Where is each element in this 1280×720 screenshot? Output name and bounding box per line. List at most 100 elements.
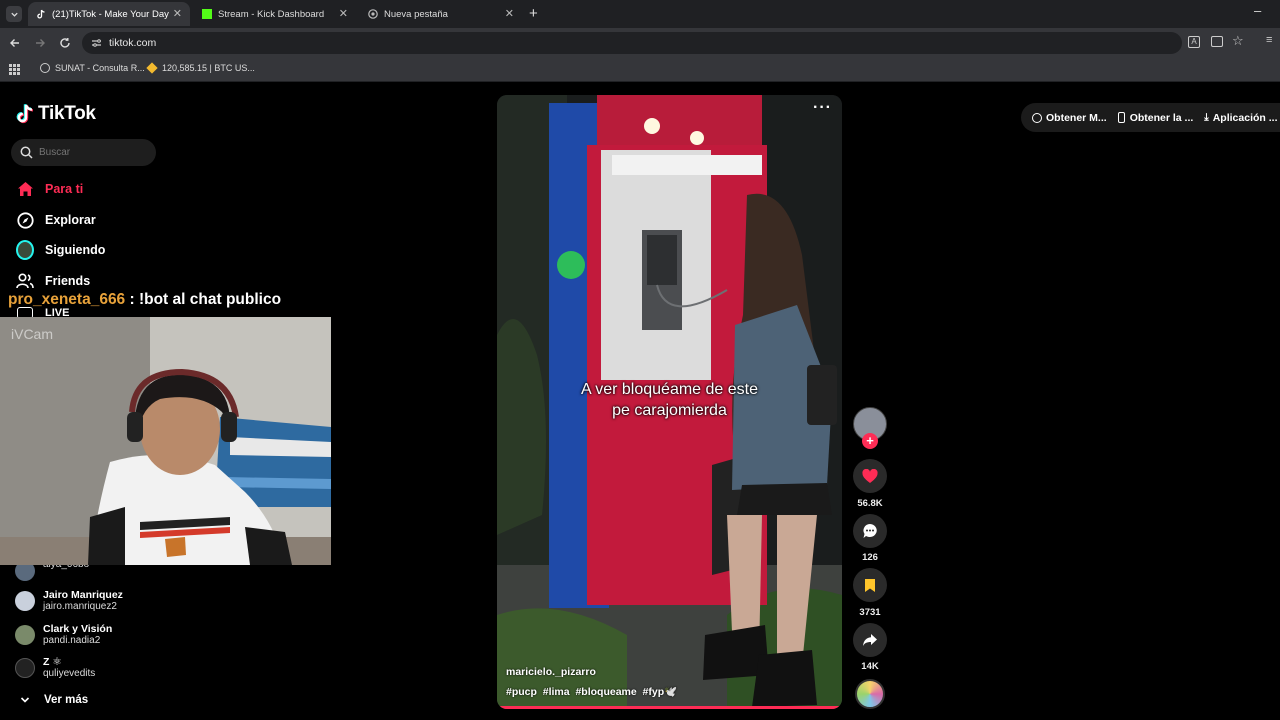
chat-username: pro_xeneta_666 (8, 291, 126, 308)
avatar (15, 625, 35, 645)
url-field[interactable]: tiktok.com (82, 32, 1182, 54)
heart-icon (862, 468, 878, 483)
video-progress-bar[interactable] (497, 706, 842, 709)
following-account[interactable]: Jairo Manriquez jairo.manriquez2 (15, 589, 123, 613)
webcam-frame-image (0, 317, 331, 565)
nav-siguiendo[interactable]: Siguiendo (16, 240, 106, 260)
bookmark-icon (865, 578, 875, 592)
save-button[interactable] (853, 568, 887, 602)
search-box[interactable] (11, 139, 156, 166)
apps-grid-icon[interactable] (9, 64, 20, 75)
caption-line: pe carajomierda (612, 402, 727, 419)
nav-para-ti[interactable]: Para ti (16, 180, 83, 198)
webcam-watermark: iVCam (11, 326, 54, 342)
reading-list-icon[interactable]: ≡ (1266, 34, 1272, 46)
minimize-window-button[interactable]: – (1254, 3, 1261, 18)
search-input[interactable] (39, 145, 149, 160)
get-app-button[interactable]: Obtener la ... (1117, 112, 1193, 124)
account-name: Jairo Manriquez (43, 589, 123, 601)
nav-label: Explorar (45, 213, 96, 227)
tiktok-wordmark: TikTok (38, 103, 96, 124)
browser-tab-strip: (21)TikTok - Make Your Day ✕ Stream - Ki… (0, 0, 1280, 28)
close-tab-icon[interactable]: ✕ (505, 7, 514, 20)
site-settings-icon[interactable] (91, 38, 102, 48)
search-icon (20, 146, 33, 159)
nav-friends[interactable]: Friends (16, 272, 90, 290)
comment-button[interactable] (853, 514, 887, 548)
save-count: 3731 (859, 607, 881, 618)
video-caption-overlay: A ver bloquéame de este pe carajomierda (497, 379, 842, 421)
video-more-button[interactable]: ··· (813, 99, 832, 117)
bookmark-label: 120,585.15 | BTC US... (162, 63, 255, 73)
chevron-down-icon (10, 12, 18, 17)
music-disc-avatar[interactable] (855, 679, 885, 709)
install-app-icon[interactable] (1211, 36, 1223, 47)
share-button[interactable] (853, 623, 887, 657)
avatar (15, 658, 35, 678)
pill-label: Aplicación ... (1212, 111, 1278, 124)
nav-label: Friends (45, 274, 91, 288)
tab-tiktok[interactable]: (21)TikTok - Make Your Day ✕ (28, 2, 190, 26)
following-avatar-icon (16, 240, 34, 260)
translate-icon[interactable]: A (1188, 36, 1200, 48)
tab-list-dropdown-button[interactable] (6, 6, 22, 22)
webcam-overlay: iVCam (0, 317, 331, 565)
tab-kick[interactable]: Stream - Kick Dashboard ✕ (194, 2, 356, 26)
tab-new-tab[interactable]: Nueva pestaña ✕ (360, 2, 522, 26)
bookmark-sunat[interactable]: SUNAT - Consulta R... (40, 63, 145, 73)
close-tab-icon[interactable]: ✕ (339, 7, 348, 20)
video-hashtags[interactable]: #pucp #lima #bloqueame #fyp🕊️ (506, 685, 677, 698)
follow-plus-icon[interactable]: + (862, 433, 878, 449)
following-account[interactable]: Clark y Visión pandi.nadia2 (15, 623, 112, 647)
tab-label: (21)TikTok - Make Your Day (52, 8, 169, 20)
tiktok-logo[interactable]: TikTok (16, 103, 96, 125)
chrome-favicon-icon (368, 9, 378, 19)
url-text: tiktok.com (109, 37, 157, 49)
account-name: Clark y Visión (43, 623, 113, 635)
account-handle: jairo.manriquez2 (43, 601, 117, 612)
tiktok-note-icon (16, 104, 34, 124)
desktop-app-button[interactable]: ⤓ Aplicación ... (1204, 112, 1277, 124)
pill-label: Obtener M... (1046, 111, 1107, 124)
nav-label: Siguiendo (45, 243, 106, 257)
ver-mas-label: Ver más (44, 694, 89, 706)
tiktok-favicon-icon (36, 9, 46, 19)
globe-icon (40, 63, 50, 73)
share-arrow-icon (863, 634, 877, 646)
forward-arrow-icon[interactable] (34, 37, 46, 49)
comment-count: 126 (862, 552, 878, 563)
bookmark-star-icon[interactable]: ☆ (1232, 33, 1244, 49)
following-account[interactable]: Z ⚛ quliyevedits (15, 656, 95, 680)
get-coins-button[interactable]: Obtener M... (1032, 112, 1107, 124)
chat-message: : !bot al chat publico (125, 291, 282, 308)
home-icon (16, 180, 34, 198)
video-player[interactable]: ··· A ver bloquéame de este pe carajomie… (497, 95, 842, 709)
phone-icon (1117, 112, 1125, 123)
new-tab-button[interactable]: + (529, 5, 538, 22)
tab-label: Stream - Kick Dashboard (218, 8, 325, 20)
account-handle: quliyevedits (43, 668, 96, 679)
binance-icon (146, 62, 158, 74)
like-count: 56.8K (857, 498, 883, 509)
ver-mas-button[interactable]: Ver más (19, 694, 88, 706)
like-button[interactable] (853, 459, 887, 493)
bookmark-label: SUNAT - Consulta R... (55, 63, 145, 73)
caption-line: A ver bloquéame de este (580, 381, 758, 398)
comment-bubble-icon (863, 523, 877, 538)
bookmark-btc[interactable]: 120,585.15 | BTC US... (146, 62, 255, 74)
video-author[interactable]: maricielo._pizarro (506, 666, 596, 678)
friends-icon (16, 272, 34, 290)
top-actions-bar: Obtener M... Obtener la ... ⤓ Aplicación… (1021, 103, 1280, 132)
kick-favicon-icon (202, 9, 212, 19)
nav-explorar[interactable]: Explorar (16, 211, 96, 229)
close-tab-icon[interactable]: ✕ (173, 7, 182, 20)
reload-icon[interactable] (59, 37, 71, 49)
chevron-down-icon (20, 697, 30, 703)
back-arrow-icon[interactable] (9, 37, 21, 49)
chat-overlay: pro_xeneta_666 : !bot al chat publico (8, 291, 281, 309)
account-handle: pandi.nadia2 (43, 635, 101, 646)
compass-icon (16, 211, 34, 229)
coin-icon (1032, 112, 1042, 123)
download-icon: ⤓ (1204, 112, 1209, 123)
nav-label: Para ti (45, 182, 84, 196)
